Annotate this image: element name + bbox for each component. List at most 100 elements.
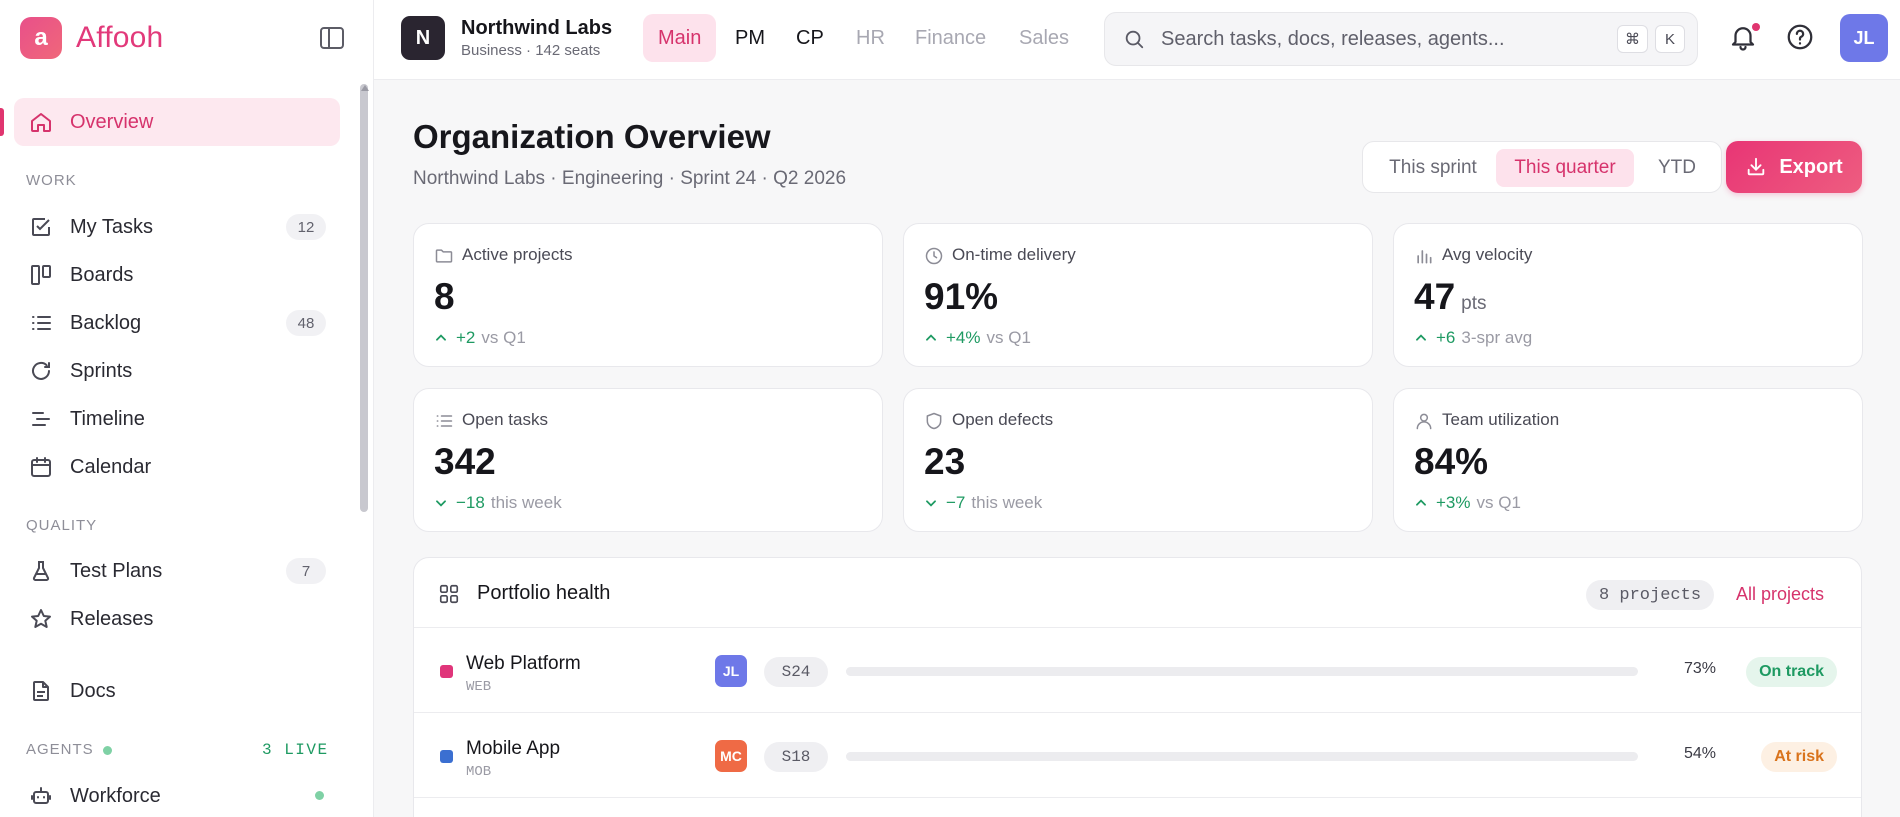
sidebar: a Affooh Overview WORK My Tasks 12 Board… — [0, 0, 374, 817]
kpi-card-avg-velocity[interactable]: Avg velocity 47 pts +6 3-spr avg — [1393, 223, 1863, 367]
tab-pm[interactable]: PM — [720, 14, 780, 62]
kpi-label: Open tasks — [462, 410, 548, 429]
sidebar-item-overview[interactable]: Overview — [14, 98, 340, 146]
org-name[interactable]: Northwind Labs — [461, 17, 612, 40]
scroll-up-arrow-icon[interactable] — [361, 85, 369, 91]
trend-up-icon — [1414, 496, 1428, 510]
agents-status-dot — [103, 746, 112, 755]
avatar[interactable]: JL — [715, 655, 747, 687]
sidebar-item-label: Test Plans — [70, 559, 163, 582]
export-label: Export — [1779, 155, 1843, 178]
sprint-icon — [28, 358, 54, 384]
kpi-delta: +4% vs Q1 — [924, 328, 1031, 348]
brand-name: Affooh — [76, 21, 164, 54]
progress-percent: 73% — [1683, 660, 1716, 677]
workforce-status-dot — [315, 791, 324, 800]
kpi-value: 84% — [1414, 441, 1489, 482]
sidebar-item-label: Boards — [70, 263, 134, 286]
tab-main[interactable]: Main — [643, 14, 717, 62]
search-icon — [1123, 28, 1145, 50]
flask-icon — [28, 558, 54, 584]
trend-up-icon — [434, 331, 448, 345]
page-title: Organization Overview — [413, 118, 771, 155]
sidebar-item-workforce[interactable]: Workforce — [14, 772, 340, 817]
kpi-value: 23 — [924, 441, 966, 482]
sidebar-item-sprints[interactable]: Sprints — [14, 347, 340, 395]
sidebar-toggle-icon[interactable] — [318, 25, 346, 51]
user-avatar[interactable]: JL — [1840, 14, 1888, 62]
sidebar-item-label: Workforce — [70, 784, 161, 807]
brand-logo: a — [20, 17, 62, 59]
sidebar-scrollbar[interactable] — [360, 84, 368, 512]
count-badge: 7 — [286, 558, 326, 584]
shortcut-cmd: ⌘ — [1617, 25, 1648, 53]
range-ytd[interactable]: YTD — [1639, 149, 1715, 187]
panel-title: Portfolio health — [477, 582, 611, 604]
kpi-card-on-time-delivery[interactable]: On-time delivery 91% +4% vs Q1 — [903, 223, 1373, 367]
progress-bar — [846, 667, 1638, 676]
board-icon — [28, 262, 54, 288]
timeline-icon — [28, 406, 54, 432]
date-range-toggle: This sprint This quarter YTD — [1362, 141, 1722, 193]
tab-hr[interactable]: HR — [841, 14, 900, 62]
range-this-quarter[interactable]: This quarter — [1496, 149, 1634, 187]
sidebar-item-label: Docs — [70, 679, 116, 702]
kpi-value: 342 — [434, 441, 496, 482]
grid-icon — [438, 583, 460, 605]
kpi-card-team-utilization[interactable]: Team utilization 84% +3% vs Q1 — [1393, 388, 1863, 532]
sprint-badge: S18 — [764, 742, 828, 772]
trend-down-icon — [434, 496, 448, 510]
project-name: Mobile App — [466, 738, 561, 759]
org-avatar[interactable]: N — [401, 16, 445, 60]
sidebar-item-my-tasks[interactable]: My Tasks 12 — [14, 203, 340, 251]
page-subtitle: Northwind Labs · Engineering · Sprint 24… — [413, 168, 847, 189]
kpi-card-open-tasks[interactable]: Open tasks 342 −18 this week — [413, 388, 883, 532]
kpi-label: On-time delivery — [952, 245, 1076, 264]
export-button[interactable]: Export — [1726, 141, 1862, 193]
progress-fill — [846, 667, 1425, 676]
kpi-card-open-defects[interactable]: Open defects 23 −7 this week — [903, 388, 1373, 532]
sidebar-item-label: Sprints — [70, 359, 133, 382]
project-code: WEB — [466, 679, 492, 695]
progress-percent: 54% — [1683, 745, 1716, 762]
user-icon — [1414, 411, 1434, 431]
sidebar-item-label: My Tasks — [70, 215, 153, 238]
tab-finance[interactable]: Finance — [900, 14, 1001, 62]
robot-icon — [28, 783, 54, 809]
sidebar-item-label: Backlog — [70, 311, 142, 334]
table-row[interactable]: Web Platform WEB JL S24 73% On track — [414, 629, 1861, 713]
avatar[interactable]: MC — [715, 740, 747, 772]
kpi-card-active-projects[interactable]: Active projects 8 +2 vs Q1 — [413, 223, 883, 367]
sidebar-item-test-plans[interactable]: Test Plans 7 — [14, 547, 340, 595]
sidebar-item-boards[interactable]: Boards — [14, 251, 340, 299]
sidebar-item-calendar[interactable]: Calendar — [14, 443, 340, 491]
kpi-delta: −7 this week — [924, 493, 1042, 513]
help-icon[interactable] — [1785, 22, 1817, 54]
kpi-label: Avg velocity — [1442, 245, 1533, 264]
search-input[interactable]: Search tasks, docs, releases, agents... … — [1104, 12, 1698, 66]
brand[interactable]: a Affooh — [20, 17, 163, 59]
project-count-badge: 8 projects — [1586, 580, 1715, 610]
sidebar-item-releases[interactable]: Releases — [14, 595, 340, 643]
all-projects-link[interactable]: All projects — [1736, 584, 1824, 605]
sidebar-item-label: Timeline — [70, 407, 145, 430]
table-row[interactable]: Mobile App MOB MC S18 54% At risk — [414, 714, 1861, 798]
range-this-sprint[interactable]: This sprint — [1371, 149, 1495, 187]
topbar: N Northwind Labs Business · 142 seats Ma… — [374, 0, 1900, 80]
shortcut-key: K — [1655, 25, 1685, 53]
sidebar-item-timeline[interactable]: Timeline — [14, 395, 340, 443]
kpi-delta: −18 this week — [434, 493, 562, 513]
sidebar-item-label: Releases — [70, 607, 154, 630]
sidebar-item-backlog[interactable]: Backlog 48 — [14, 299, 340, 347]
kpi-value: 91% — [924, 276, 999, 317]
notification-dot — [1752, 23, 1760, 31]
org-plan: Business · 142 seats — [461, 42, 601, 59]
kpi-delta: +3% vs Q1 — [1414, 493, 1521, 513]
kpi-value: 47 pts — [1414, 276, 1487, 317]
section-label-quality: QUALITY — [26, 517, 98, 534]
tab-sales[interactable]: Sales — [1004, 14, 1084, 62]
sidebar-item-docs[interactable]: Docs — [14, 667, 340, 715]
sidebar-item-label: Calendar — [70, 455, 152, 478]
kpi-label: Open defects — [952, 410, 1054, 429]
tab-cp[interactable]: CP — [781, 14, 839, 62]
